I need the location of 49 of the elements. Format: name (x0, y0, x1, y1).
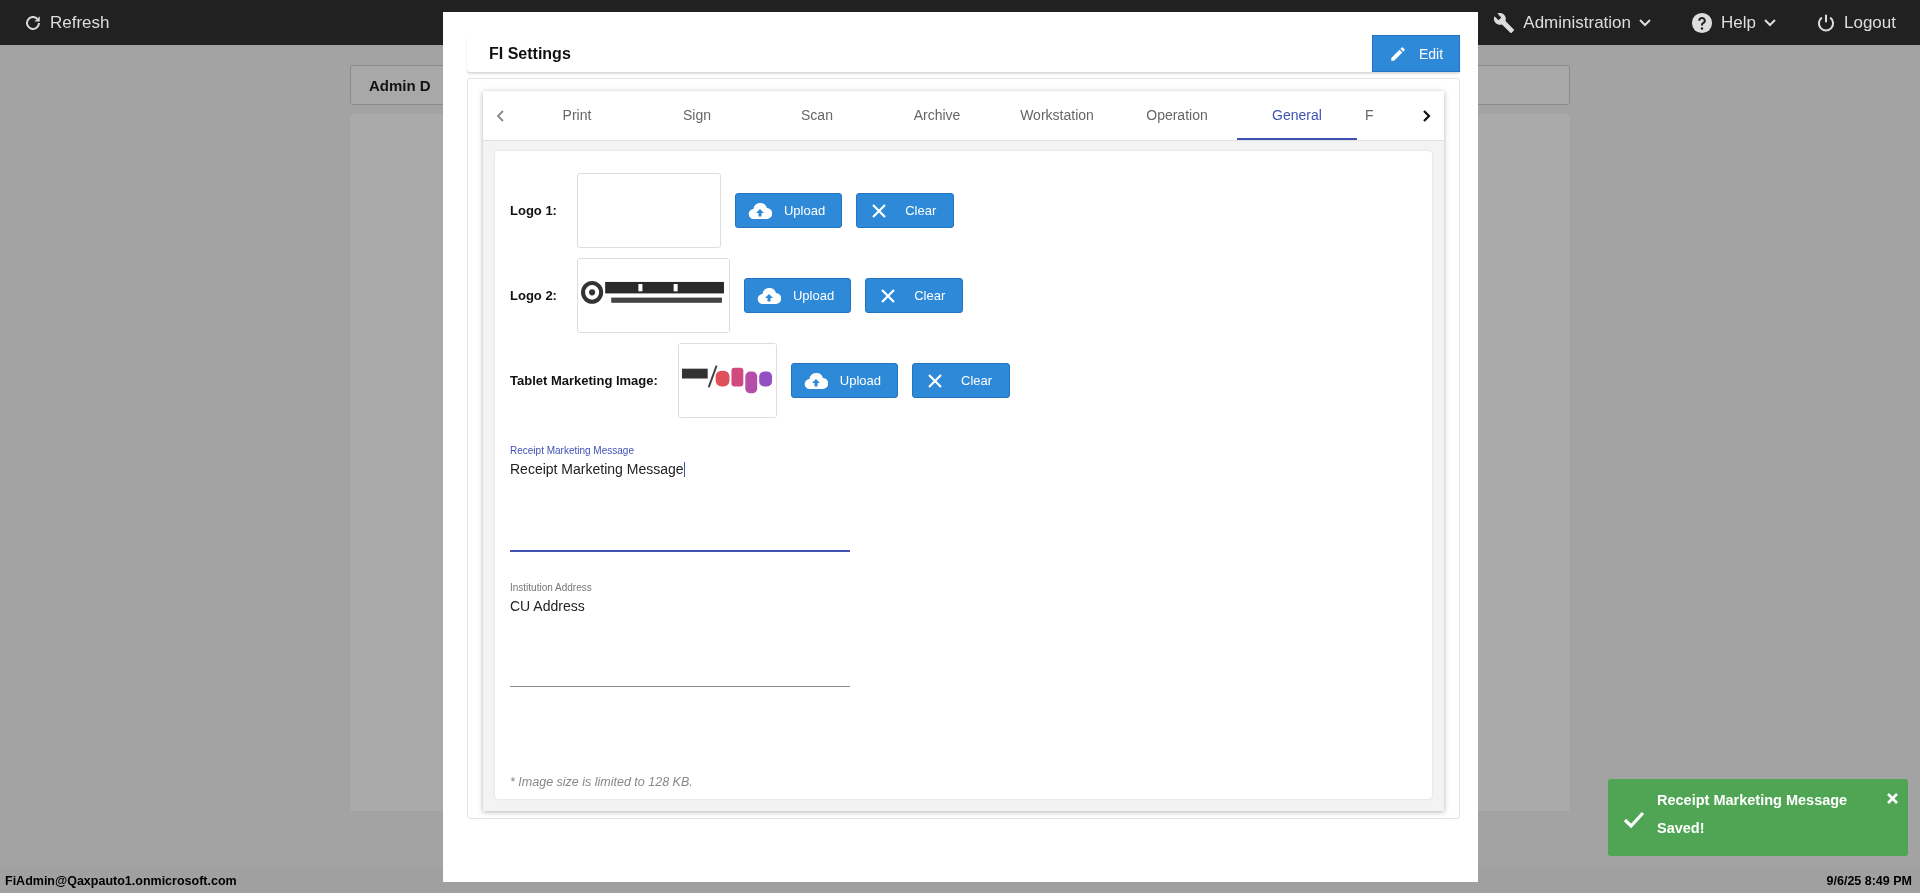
edit-button[interactable]: Edit (1372, 35, 1460, 72)
text-area-field[interactable]: Receipt Marketing Message (510, 458, 850, 552)
image-label: Logo 1: (510, 203, 557, 218)
tab[interactable]: F (1357, 91, 1381, 140)
text-area-field[interactable]: CU Address (510, 595, 850, 687)
size-note: * Image size is limited to 128 KB. (510, 775, 694, 789)
cloud-upload-icon (756, 287, 781, 304)
clear-button[interactable]: Clear (856, 193, 955, 228)
field-label: Receipt Marketing Message (510, 445, 634, 456)
field-label: Institution Address (510, 582, 592, 593)
check-icon (1623, 811, 1645, 829)
tab[interactable]: Operation (1117, 91, 1237, 140)
tab[interactable]: Workstation (997, 91, 1117, 140)
upload-button[interactable]: Upload (743, 278, 852, 313)
tab[interactable]: Archive (877, 91, 997, 140)
close-button[interactable] (1887, 793, 1898, 804)
image-label: Logo 2: (510, 288, 557, 303)
pencil-icon (1388, 44, 1407, 63)
tab[interactable]: Sign (637, 91, 757, 140)
wrench-icon (1493, 11, 1516, 34)
chevron-left-icon (496, 109, 504, 122)
chevron-right-icon (1423, 109, 1431, 122)
dialog-title: FI Settings (489, 44, 571, 63)
upload-button[interactable]: Upload (734, 193, 843, 228)
chevron-down-icon (1764, 18, 1776, 27)
date-time: 9/6/25 8:49 PM (1826, 873, 1912, 888)
tab[interactable]: Print (517, 91, 637, 140)
cloud-upload-icon (803, 372, 828, 389)
menu-button[interactable]: Help (1691, 11, 1776, 34)
chevron-down-icon (1639, 18, 1652, 27)
panel-title: Admin D (369, 76, 431, 94)
image-label: Tablet Marketing Image: (510, 373, 658, 388)
close-icon (1887, 793, 1898, 804)
clear-button[interactable]: Clear (912, 363, 1011, 398)
cloud-upload-icon (747, 202, 772, 219)
menu-button[interactable]: Administration (1493, 11, 1652, 34)
close-icon (927, 372, 944, 389)
close-icon (880, 287, 897, 304)
upload-button[interactable]: Upload (790, 363, 899, 398)
refresh-icon (24, 13, 42, 32)
user-email: FiAdmin@Qaxpauto1.onmicrosoft.com (5, 873, 237, 888)
toast-message: Receipt Marketing Message Saved! (1657, 791, 1849, 838)
clear-button[interactable]: Clear (865, 278, 964, 313)
power-icon (1816, 12, 1836, 33)
help-icon (1691, 11, 1714, 34)
tab[interactable]: Scan (757, 91, 877, 140)
close-icon (871, 202, 888, 219)
refresh-button[interactable]: Refresh (24, 12, 110, 33)
logout-button[interactable]: Logout (1816, 12, 1896, 33)
